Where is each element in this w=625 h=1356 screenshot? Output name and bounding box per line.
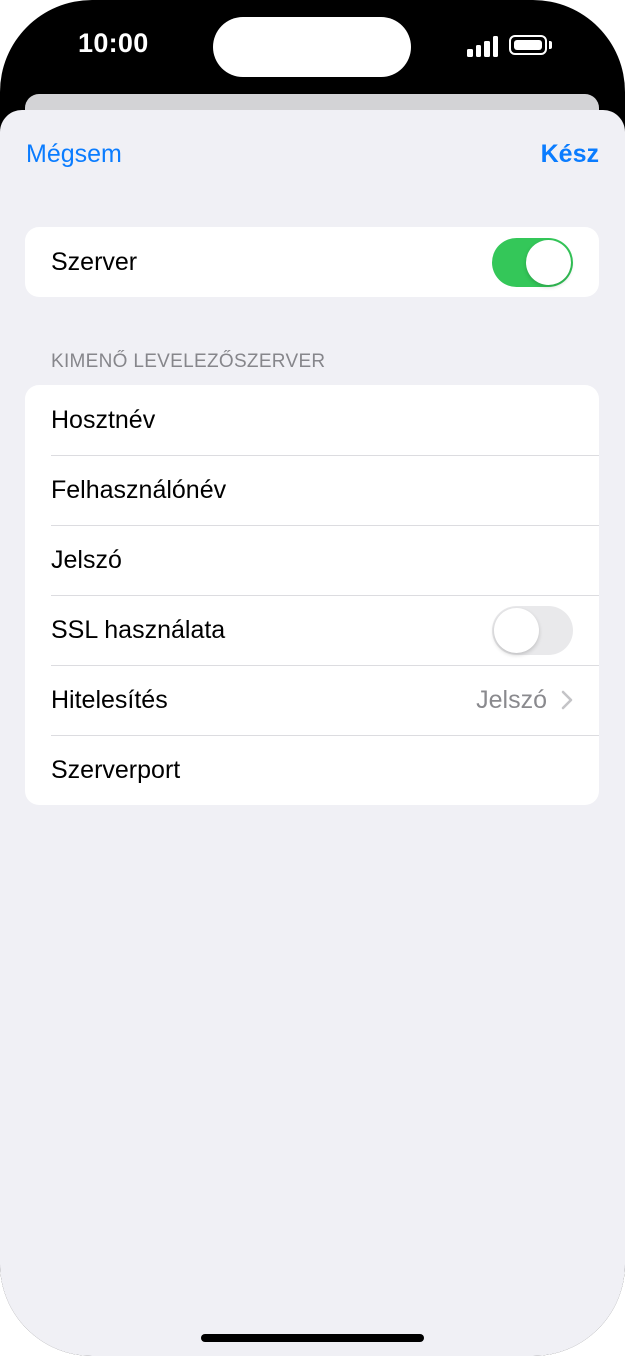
status-bar: 10:00 — [0, 0, 625, 95]
server-card: Szerver — [25, 227, 599, 297]
signal-icon — [467, 36, 499, 57]
authentication-value: Jelszó — [476, 685, 547, 714]
done-button[interactable]: Kész — [541, 140, 599, 169]
outgoing-server-card: Hosztnév Felhasználónév Jelszó SSL haszn… — [25, 385, 599, 805]
cancel-button[interactable]: Mégsem — [26, 140, 122, 169]
section-header: KIMENŐ LEVELEZŐSZERVER — [51, 351, 326, 372]
ssl-row: SSL használata — [25, 595, 599, 665]
ssl-label: SSL használata — [51, 615, 226, 644]
username-label: Felhasználónév — [51, 475, 227, 504]
server-toggle[interactable] — [492, 237, 573, 287]
ssl-toggle[interactable] — [492, 605, 573, 655]
toggle-knob — [494, 607, 539, 653]
phone-frame: 10:00 Mégsem Kész Szerver KIMENŐ LEVELEZ… — [0, 0, 625, 1356]
hostname-label: Hosztnév — [51, 405, 156, 434]
home-indicator — [201, 1334, 424, 1342]
dynamic-island — [213, 17, 411, 77]
toggle-knob — [526, 239, 571, 285]
battery-icon — [509, 35, 555, 57]
server-port-row[interactable]: Szerverport — [25, 735, 599, 805]
status-time: 10:00 — [78, 28, 149, 58]
authentication-label: Hitelesítés — [51, 685, 168, 714]
password-row[interactable]: Jelszó — [25, 525, 599, 595]
server-row: Szerver — [25, 227, 599, 297]
server-label: Szerver — [51, 247, 138, 276]
authentication-row[interactable]: Hitelesítés Jelszó — [25, 665, 599, 735]
server-port-label: Szerverport — [51, 755, 181, 784]
chevron-right-icon — [561, 690, 573, 710]
hostname-row[interactable]: Hosztnév — [25, 385, 599, 455]
username-row[interactable]: Felhasználónév — [25, 455, 599, 525]
password-label: Jelszó — [51, 545, 122, 574]
settings-sheet: Mégsem Kész Szerver KIMENŐ LEVELEZŐSZERV… — [0, 110, 625, 1356]
